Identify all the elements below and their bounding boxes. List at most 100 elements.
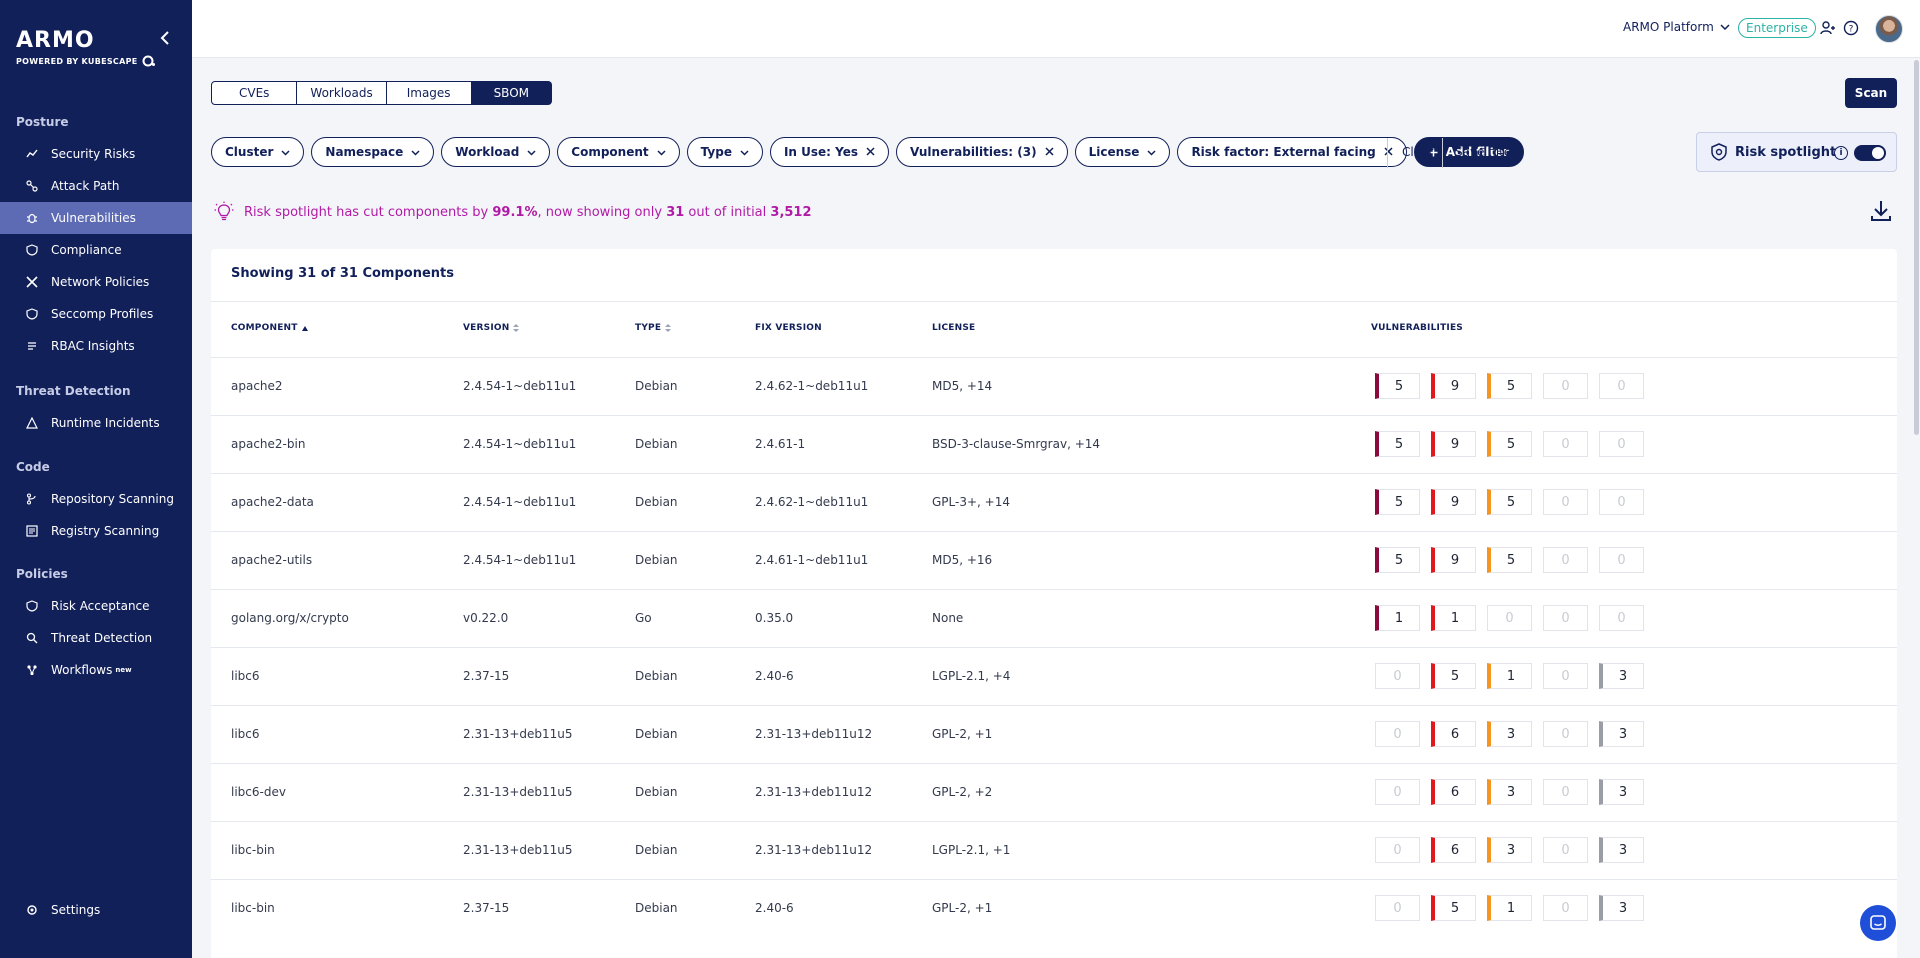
risk-spotlight-toggle[interactable] <box>1854 145 1886 161</box>
chat-button[interactable] <box>1860 905 1896 941</box>
table-row[interactable]: libc6 2.37-15 Debian 2.40-6 LGPL-2.1, +4 0 5 1 0… <box>211 647 1897 705</box>
filter-vulnerabilities-3[interactable]: Vulnerabilities: (3) <box>896 137 1068 167</box>
sidebar-item-attack-path[interactable]: Attack Path <box>0 170 192 202</box>
save-filters-link[interactable]: Save filters <box>1455 145 1522 159</box>
armo-logo[interactable]: ARMO POWERED BY KUBESCAPE <box>16 28 156 67</box>
severity-count[interactable]: 3 <box>1599 837 1644 863</box>
avatar[interactable] <box>1875 15 1903 43</box>
tab-images[interactable]: Images <box>386 81 472 105</box>
sidebar-item-workflows[interactable]: Workflows new <box>0 654 192 686</box>
severity-count[interactable]: 3 <box>1599 779 1644 805</box>
clear-filters-link[interactable]: Clear <box>1402 145 1433 159</box>
severity-count[interactable]: 0 <box>1543 779 1588 805</box>
filter-cluster[interactable]: Cluster <box>211 137 305 167</box>
scan-button[interactable]: Scan <box>1845 78 1897 108</box>
sidebar-item-security-risks[interactable]: Security Risks <box>0 138 192 170</box>
severity-count[interactable]: 3 <box>1599 663 1644 689</box>
filter-license[interactable]: License <box>1074 137 1171 167</box>
severity-count[interactable]: 0 <box>1599 373 1644 399</box>
severity-count[interactable]: 3 <box>1487 837 1532 863</box>
sidebar-item-network-policies[interactable]: Network Policies <box>0 266 192 298</box>
severity-count[interactable]: 6 <box>1431 837 1476 863</box>
sidebar-item-seccomp-profiles[interactable]: Seccomp Profiles <box>0 298 192 330</box>
sidebar-item-registry-scanning[interactable]: Registry Scanning <box>0 515 192 547</box>
column-header-version[interactable]: VERSION <box>463 323 520 333</box>
sidebar-item-rbac-insights[interactable]: RBAC Insights <box>0 330 192 362</box>
severity-count[interactable]: 5 <box>1375 373 1420 399</box>
severity-count[interactable]: 0 <box>1375 895 1420 921</box>
severity-count[interactable]: 5 <box>1431 663 1476 689</box>
help-icon[interactable]: ? <box>1843 20 1859 36</box>
severity-count[interactable]: 9 <box>1431 431 1476 457</box>
table-row[interactable]: apache2-bin 2.4.54-1~deb11u1 Debian 2.4.61-… <box>211 415 1897 473</box>
info-icon[interactable]: i <box>1834 146 1848 160</box>
tab-cves[interactable]: CVEs <box>211 81 298 105</box>
severity-count[interactable]: 1 <box>1487 663 1532 689</box>
sidebar-item-settings[interactable]: Settings <box>0 894 192 926</box>
collapse-sidebar-icon[interactable] <box>156 28 176 48</box>
download-icon[interactable] <box>1870 199 1892 223</box>
filter-risk-factor-external-facing[interactable]: Risk factor: External facing <box>1177 137 1407 167</box>
filter-namespace[interactable]: Namespace <box>311 137 435 167</box>
severity-count[interactable]: 6 <box>1431 779 1476 805</box>
severity-count[interactable]: 1 <box>1431 605 1476 631</box>
severity-count[interactable]: 0 <box>1487 605 1532 631</box>
severity-count[interactable]: 5 <box>1487 547 1532 573</box>
filter-in-use-yes[interactable]: In Use: Yes <box>769 137 890 167</box>
severity-count[interactable]: 9 <box>1431 547 1476 573</box>
severity-count[interactable]: 5 <box>1487 373 1532 399</box>
severity-count[interactable]: 5 <box>1431 895 1476 921</box>
filter-type[interactable]: Type <box>686 137 763 167</box>
scrollbar[interactable] <box>1914 60 1919 435</box>
table-row[interactable]: libc6 2.31-13+deb11u5 Debian 2.31-13+deb11u… <box>211 705 1897 763</box>
severity-count[interactable]: 1 <box>1487 895 1532 921</box>
sidebar-item-repository-scanning[interactable]: Repository Scanning <box>0 483 192 515</box>
severity-count[interactable]: 0 <box>1543 605 1588 631</box>
severity-count[interactable]: 0 <box>1375 663 1420 689</box>
severity-count[interactable]: 0 <box>1543 837 1588 863</box>
sidebar-item-runtime-incidents[interactable]: Runtime Incidents <box>0 407 192 439</box>
table-row[interactable]: apache2 2.4.54-1~deb11u1 Debian 2.4.62-1~de… <box>211 357 1897 415</box>
severity-count[interactable]: 0 <box>1543 431 1588 457</box>
filter-component[interactable]: Component <box>557 137 680 167</box>
severity-count[interactable]: 3 <box>1599 895 1644 921</box>
sidebar-item-vulnerabilities[interactable]: Vulnerabilities <box>0 202 192 234</box>
filter-workload[interactable]: Workload <box>441 137 551 167</box>
severity-count[interactable]: 3 <box>1487 721 1532 747</box>
table-row[interactable]: libc-bin 2.37-15 Debian 2.40-6 GPL-2, +1 0 5 1 0… <box>211 879 1897 937</box>
severity-count[interactable]: 9 <box>1431 489 1476 515</box>
severity-count[interactable]: 1 <box>1375 605 1420 631</box>
remove-filter-icon[interactable] <box>1384 145 1393 160</box>
severity-count[interactable]: 0 <box>1599 489 1644 515</box>
column-header-type[interactable]: TYPE <box>635 323 672 333</box>
severity-count[interactable]: 0 <box>1543 547 1588 573</box>
remove-filter-icon[interactable] <box>866 145 875 160</box>
severity-count[interactable]: 0 <box>1599 431 1644 457</box>
severity-count[interactable]: 0 <box>1543 721 1588 747</box>
severity-count[interactable]: 0 <box>1375 721 1420 747</box>
sidebar-item-risk-acceptance[interactable]: Risk Acceptance <box>0 590 192 622</box>
tab-sbom[interactable]: SBOM <box>471 81 552 105</box>
table-row[interactable]: libc-bin 2.31-13+deb11u5 Debian 2.31-13+deb… <box>211 821 1897 879</box>
severity-count[interactable]: 0 <box>1375 837 1420 863</box>
severity-count[interactable]: 0 <box>1543 373 1588 399</box>
severity-count[interactable]: 0 <box>1599 605 1644 631</box>
severity-count[interactable]: 3 <box>1487 779 1532 805</box>
tab-workloads[interactable]: Workloads <box>297 81 387 105</box>
severity-count[interactable]: 9 <box>1431 373 1476 399</box>
severity-count[interactable]: 0 <box>1543 663 1588 689</box>
table-row[interactable]: golang.org/x/crypto v0.22.0 Go 0.35.0 None 1 1… <box>211 589 1897 647</box>
severity-count[interactable]: 5 <box>1375 431 1420 457</box>
severity-count[interactable]: 6 <box>1431 721 1476 747</box>
severity-count[interactable]: 0 <box>1543 895 1588 921</box>
severity-count[interactable]: 5 <box>1375 547 1420 573</box>
table-row[interactable]: apache2-utils 2.4.54-1~deb11u1 Debian 2.4.6… <box>211 531 1897 589</box>
table-row[interactable]: libc6-dev 2.31-13+deb11u5 Debian 2.31-13+de… <box>211 763 1897 821</box>
table-row[interactable]: apache2-data 2.4.54-1~deb11u1 Debian 2.4.62… <box>211 473 1897 531</box>
sidebar-item-threat-detection[interactable]: Threat Detection <box>0 622 192 654</box>
remove-filter-icon[interactable] <box>1045 145 1054 160</box>
add-user-icon[interactable] <box>1820 20 1836 36</box>
severity-count[interactable]: 3 <box>1599 721 1644 747</box>
platform-selector[interactable]: ARMO Platform <box>1623 20 1730 34</box>
sidebar-item-compliance[interactable]: Compliance <box>0 234 192 266</box>
